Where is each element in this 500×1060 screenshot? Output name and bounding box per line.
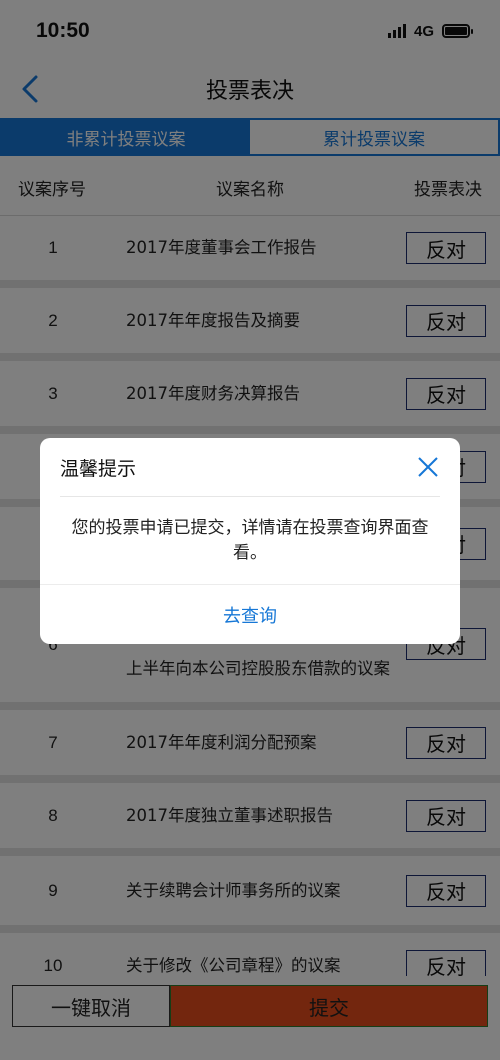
dialog-divider — [60, 496, 440, 497]
go-query-button[interactable]: 去查询 — [40, 585, 460, 644]
dialog-header: 温馨提示 — [40, 438, 460, 496]
close-icon[interactable] — [416, 455, 440, 479]
dialog-message: 您的投票申请已提交，详情请在投票查询界面查看。 — [71, 518, 429, 563]
dialog-title: 温馨提示 — [60, 457, 137, 480]
notice-dialog: 温馨提示 您的投票申请已提交，详情请在投票查询界面查看。 去查询 — [40, 438, 460, 644]
